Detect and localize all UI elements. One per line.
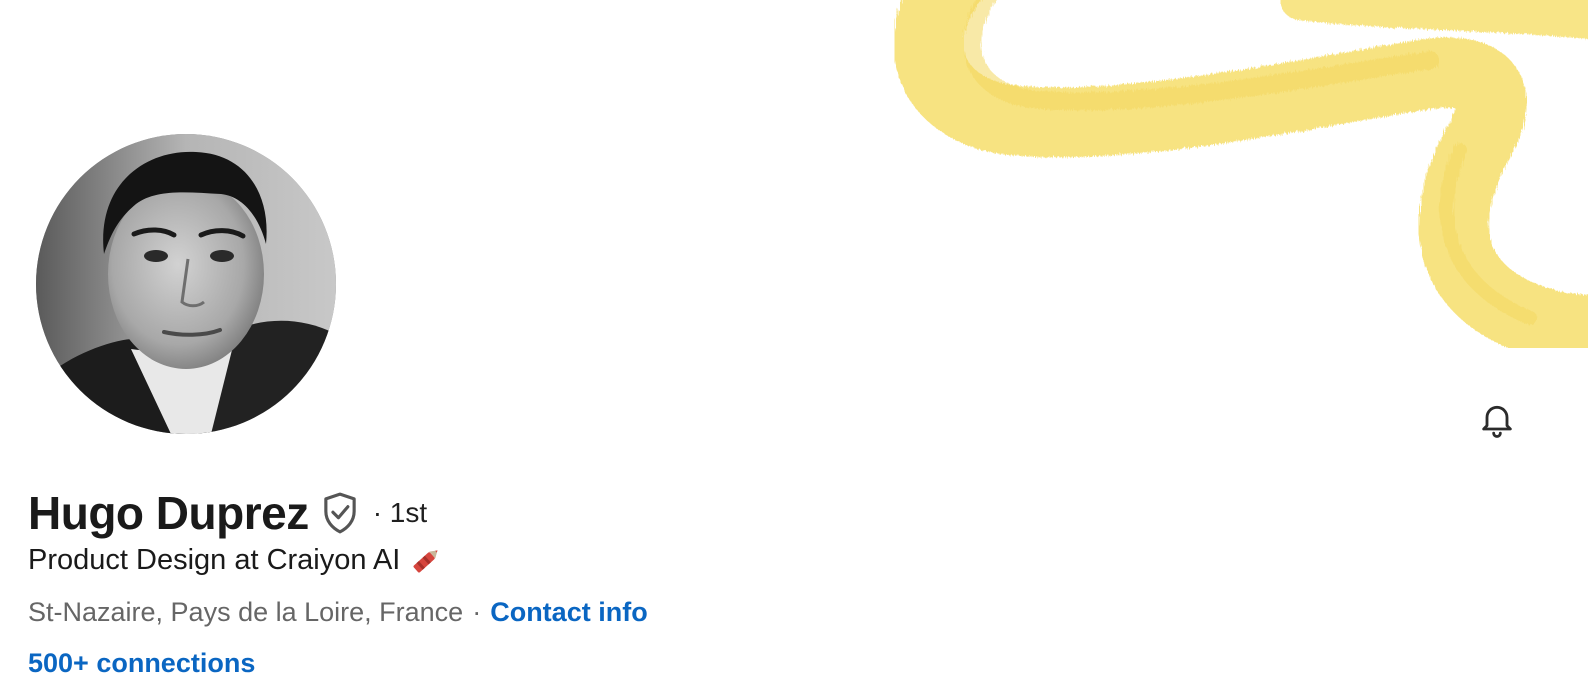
connections-link[interactable]: 500+ connections bbox=[28, 648, 255, 679]
crayon-icon bbox=[408, 543, 446, 577]
profile-name-row: Hugo Duprez · 1st bbox=[28, 484, 427, 542]
bell-icon[interactable] bbox=[1470, 394, 1524, 444]
profile-avatar[interactable] bbox=[36, 134, 336, 434]
location-row: St-Nazaire, Pays de la Loire, France · C… bbox=[28, 597, 648, 628]
connection-degree: · 1st bbox=[372, 497, 428, 528]
profile-headline: Product Design at Craiyon AI bbox=[28, 543, 446, 577]
headline-text: Product Design at Craiyon AI bbox=[28, 543, 401, 576]
avatar-image bbox=[36, 134, 336, 434]
verified-shield-icon[interactable] bbox=[321, 490, 361, 536]
separator-dot: · bbox=[472, 597, 482, 627]
profile-name: Hugo Duprez bbox=[28, 487, 309, 539]
contact-info-link[interactable]: Contact info bbox=[490, 597, 647, 628]
profile-location: St-Nazaire, Pays de la Loire, France bbox=[28, 597, 464, 627]
